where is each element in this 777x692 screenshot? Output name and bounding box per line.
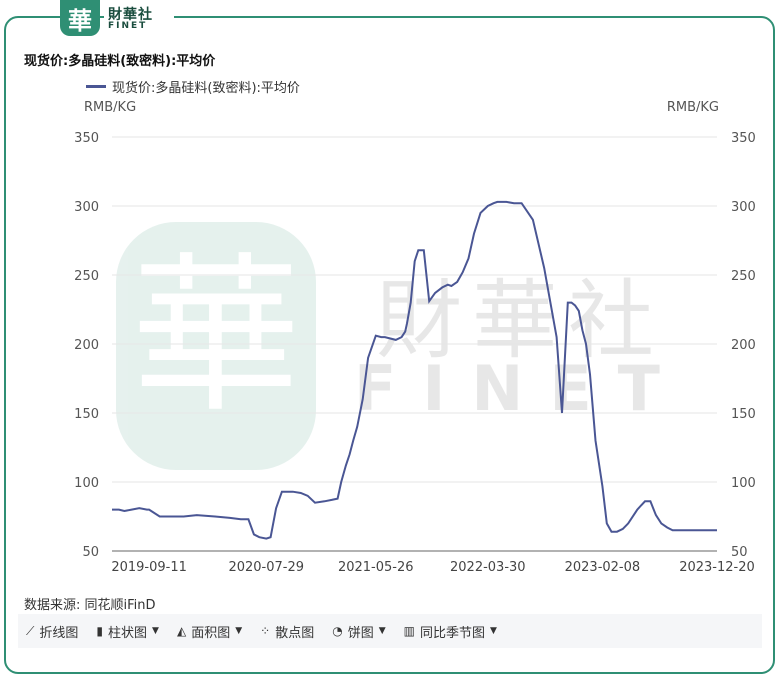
toolbar-button-area-chart[interactable]: ◭ 面积图 ▼ [177, 622, 242, 641]
bar-chart-icon: ▮ [96, 624, 104, 638]
y-tick-label-right: 200 [731, 338, 756, 353]
data-source: 数据来源: 同花顺iFinD [24, 598, 156, 613]
chart-type-toolbar: ⟋ 折线图 ▮ 柱状图 ▼ ◭ 面积图 ▼ ⁘ 散点图 ◔ 饼图 ▼ ▥ 同比季节图 ▼ [18, 614, 762, 648]
y-tick-label-right: 300 [731, 200, 756, 215]
caret-down-icon: ▼ [152, 626, 159, 636]
y-tick-label-right: 250 [731, 269, 756, 284]
toolbar-button-label: 折线图 [39, 625, 79, 641]
y-tick-label-right: 150 [731, 407, 756, 422]
caret-down-icon: ▼ [235, 626, 243, 636]
toolbar-button-seasonal-chart[interactable]: ▥ 同比季节图 ▼ [404, 622, 497, 641]
finet-watermark: 華 財華社 FINET [116, 222, 686, 470]
area-chart-icon: ◭ [176, 624, 187, 638]
x-tick-label: 2022-03-30 [450, 560, 526, 575]
svg-text:華: 華 [131, 238, 301, 436]
x-tick-label: 2023-12-20 [679, 560, 755, 575]
y-tick-label-left: 50 [82, 545, 99, 560]
y-tick-label-left: 250 [74, 269, 99, 284]
y-tick-label-right: 350 [731, 131, 756, 146]
toolbar-button-label: 散点图 [275, 625, 315, 641]
toolbar-button-bar-chart[interactable]: ▮ 柱状图 ▼ [96, 622, 159, 641]
y-tick-label-left: 200 [74, 338, 99, 353]
y-tick-label-left: 150 [74, 407, 99, 422]
seasonal-chart-icon: ▥ [403, 624, 415, 638]
y-tick-label-right: 100 [731, 476, 756, 491]
pie-chart-icon: ◔ [332, 624, 343, 638]
toolbar-button-scatter-chart[interactable]: ⁘ 散点图 [260, 622, 314, 641]
y-tick-label-left: 100 [74, 476, 99, 491]
y-tick-label-right: 50 [731, 545, 748, 560]
toolbar-button-label: 同比季节图 [419, 625, 485, 641]
toolbar-button-label: 面积图 [191, 625, 231, 641]
line-chart-icon: ⟋ [26, 623, 35, 638]
toolbar-button-label: 柱状图 [108, 625, 148, 641]
line-chart: 華 財華社 FINET 50 100 150 200 250 300 350 50 100 15… [74, 131, 756, 575]
x-tick-label: 2021-05-26 [338, 560, 414, 575]
toolbar-button-line-chart[interactable]: ⟋ 折线图 [26, 622, 78, 641]
caret-down-icon: ▼ [378, 626, 386, 636]
toolbar-button-label: 饼图 [347, 625, 374, 641]
y-tick-label-left: 350 [74, 131, 99, 146]
scatter-chart-icon: ⁘ [260, 624, 271, 638]
x-tick-label: 2019-09-11 [111, 560, 187, 575]
svg-text:FINET: FINET [354, 352, 686, 425]
x-tick-label: 2020-07-29 [228, 560, 304, 575]
y-tick-label-left: 300 [74, 200, 99, 215]
x-tick-label: 2023-02-08 [565, 560, 641, 575]
caret-down-icon: ▼ [490, 626, 497, 636]
toolbar-button-pie-chart[interactable]: ◔ 饼图 ▼ [332, 622, 385, 641]
